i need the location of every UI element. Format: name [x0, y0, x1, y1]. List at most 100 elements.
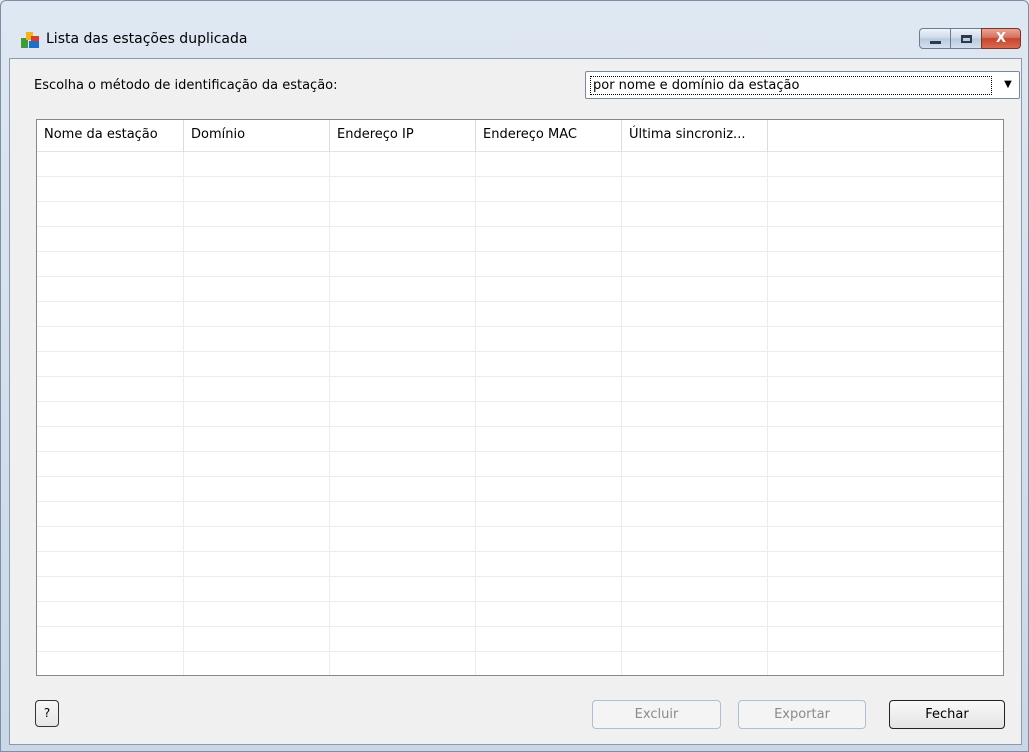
minimize-icon — [929, 40, 941, 44]
table-row[interactable] — [37, 427, 1003, 452]
minimize-button[interactable] — [919, 28, 951, 49]
table-cell — [622, 352, 768, 376]
table-row[interactable] — [37, 552, 1003, 577]
table-row[interactable] — [37, 477, 1003, 502]
title-bar[interactable]: Lista das estações duplicada X — [1, 1, 1028, 55]
table-row[interactable] — [37, 502, 1003, 527]
table-row[interactable] — [37, 277, 1003, 302]
table-cell — [622, 552, 768, 576]
duplicate-stations-table[interactable]: Nome da estação Domínio Endereço IP Ende… — [36, 119, 1004, 676]
maximize-button[interactable] — [950, 28, 982, 49]
table-cell — [768, 152, 1003, 176]
table-row[interactable] — [37, 602, 1003, 627]
table-cell — [622, 327, 768, 351]
table-cell — [184, 652, 330, 675]
table-cell — [330, 427, 476, 451]
table-row[interactable] — [37, 527, 1003, 552]
table-cell — [476, 302, 622, 326]
table-cell — [476, 327, 622, 351]
table-cell — [476, 152, 622, 176]
table-row[interactable] — [37, 227, 1003, 252]
table-cell — [184, 627, 330, 651]
table-cell — [622, 452, 768, 476]
close-dialog-button[interactable]: Fechar — [889, 700, 1005, 729]
close-button[interactable]: X — [981, 28, 1021, 49]
table-cell — [768, 652, 1003, 675]
table-cell — [476, 627, 622, 651]
table-cell — [37, 577, 184, 601]
column-header-mac-address[interactable]: Endereço MAC — [476, 120, 622, 152]
column-header-domain[interactable]: Domínio — [184, 120, 330, 152]
table-cell — [37, 527, 184, 551]
column-header-ip-address[interactable]: Endereço IP — [330, 120, 476, 152]
table-cell — [768, 627, 1003, 651]
table-cell — [37, 652, 184, 675]
table-cell — [184, 252, 330, 276]
help-button[interactable]: ? — [35, 700, 59, 727]
table-cell — [330, 202, 476, 226]
table-cell — [330, 502, 476, 526]
table-row[interactable] — [37, 302, 1003, 327]
column-header-last-sync[interactable]: Última sincroniz... — [622, 120, 768, 152]
table-cell — [184, 152, 330, 176]
table-cell — [184, 477, 330, 501]
table-cell — [330, 302, 476, 326]
table-cell — [37, 177, 184, 201]
table-header: Nome da estação Domínio Endereço IP Ende… — [37, 120, 1003, 152]
table-body[interactable] — [37, 152, 1003, 675]
table-cell — [330, 352, 476, 376]
table-cell — [768, 327, 1003, 351]
table-cell — [768, 177, 1003, 201]
table-cell — [622, 502, 768, 526]
table-cell — [330, 227, 476, 251]
dialog-client-area: Escolha o método de identificação da est… — [9, 58, 1022, 745]
table-row[interactable] — [37, 152, 1003, 177]
table-cell — [330, 402, 476, 426]
table-cell — [37, 377, 184, 401]
table-cell — [476, 252, 622, 276]
table-cell — [768, 452, 1003, 476]
table-cell — [330, 552, 476, 576]
table-row[interactable] — [37, 452, 1003, 477]
table-cell — [476, 452, 622, 476]
table-cell — [330, 577, 476, 601]
table-row[interactable] — [37, 627, 1003, 652]
table-cell — [476, 227, 622, 251]
table-row[interactable] — [37, 402, 1003, 427]
identification-method-select[interactable]: por nome e domínio da estação ▼ — [585, 71, 1020, 99]
table-cell — [622, 427, 768, 451]
table-cell — [622, 202, 768, 226]
table-row[interactable] — [37, 252, 1003, 277]
table-cell — [330, 652, 476, 675]
table-cell — [184, 327, 330, 351]
table-cell — [622, 152, 768, 176]
column-header-station-name[interactable]: Nome da estação — [37, 120, 184, 152]
table-cell — [37, 502, 184, 526]
table-cell — [184, 577, 330, 601]
delete-button[interactable]: Excluir — [592, 700, 721, 729]
table-cell — [330, 477, 476, 501]
table-row[interactable] — [37, 377, 1003, 402]
table-cell — [330, 277, 476, 301]
table-cell — [768, 277, 1003, 301]
table-cell — [184, 502, 330, 526]
table-cell — [184, 452, 330, 476]
dropdown-arrow-icon[interactable]: ▼ — [1001, 77, 1015, 93]
export-button[interactable]: Exportar — [738, 700, 866, 729]
table-cell — [37, 277, 184, 301]
table-cell — [330, 177, 476, 201]
table-cell — [622, 252, 768, 276]
table-cell — [476, 402, 622, 426]
table-row[interactable] — [37, 652, 1003, 675]
table-row[interactable] — [37, 202, 1003, 227]
table-cell — [330, 602, 476, 626]
table-row[interactable] — [37, 327, 1003, 352]
table-row[interactable] — [37, 177, 1003, 202]
table-cell — [768, 502, 1003, 526]
table-cell — [37, 302, 184, 326]
table-row[interactable] — [37, 352, 1003, 377]
table-cell — [622, 577, 768, 601]
table-row[interactable] — [37, 577, 1003, 602]
table-cell — [476, 202, 622, 226]
table-cell — [476, 277, 622, 301]
